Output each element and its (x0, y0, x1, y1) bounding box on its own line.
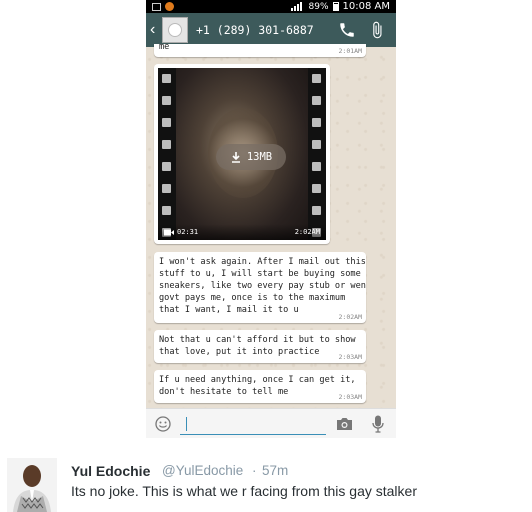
video-message[interactable]: 13MB 02:31 2:02AM (154, 64, 330, 244)
message-bubble[interactable]: me 2:01AM (154, 42, 366, 57)
separator-dot: · (252, 463, 257, 478)
message-bubble[interactable]: If u need anything, once I can get it, d… (154, 370, 366, 403)
message-time: 2:02AM (338, 313, 362, 321)
video-duration: 02:31 (177, 228, 199, 236)
film-strip-right (312, 74, 322, 237)
camera-icon[interactable] (336, 417, 353, 431)
phone-call-icon[interactable] (338, 21, 356, 39)
text-cursor (186, 417, 187, 431)
battery-icon (332, 2, 339, 11)
attach-paperclip-icon[interactable] (368, 21, 386, 39)
film-strip-left (162, 74, 172, 237)
emoji-icon[interactable] (155, 416, 171, 432)
message-text: If u need anything, once I can get it, d… (159, 375, 356, 397)
message-bubble[interactable]: I won't ask again. After I mail out this… (154, 252, 366, 323)
video-size: 13MB (246, 151, 273, 163)
clock: 10:08 AM (342, 1, 390, 12)
avatar[interactable] (7, 458, 57, 512)
message-time: 2:03AM (338, 353, 362, 361)
video-thumbnail[interactable]: 13MB 02:31 2:02AM (158, 68, 326, 240)
video-info-bar: 02:31 2:02AM (158, 224, 326, 240)
message-input[interactable] (180, 413, 326, 435)
message-time: 2:02AM (294, 228, 320, 236)
contact-avatar[interactable] (162, 17, 188, 43)
download-button[interactable]: 13MB (216, 144, 286, 170)
signal-icon (290, 2, 305, 11)
video-camera-icon (164, 229, 174, 235)
download-icon (231, 152, 240, 163)
status-bar: 89% 10:08 AM (146, 0, 396, 13)
battery-percent: 89% (308, 1, 329, 12)
message-text: Not that u can't afford it but to show t… (159, 335, 356, 357)
tweet: Yul Edochie @YulEdochie · 57m Its no jok… (0, 438, 532, 512)
back-chevron-icon[interactable]: ‹ (150, 21, 160, 39)
tweet-text: Its no joke. This is what we r facing fr… (71, 483, 417, 499)
message-composer (146, 408, 396, 438)
chat-header: ‹ +1 (289) 301-6887 (146, 13, 396, 47)
message-time: 2:01AM (338, 47, 362, 55)
message-text: I won't ask again. After I mail out this… (159, 257, 366, 315)
tweet-timestamp[interactable]: 57m (262, 463, 288, 478)
contact-number[interactable]: +1 (289) 301-6887 (196, 23, 314, 37)
microphone-icon[interactable] (372, 415, 384, 433)
tweet-author-name[interactable]: Yul Edochie (71, 463, 150, 479)
app-notification-icon (165, 2, 174, 11)
phone-screenshot: 89% 10:08 AM ‹ +1 (289) 301-6887 me 2:01… (146, 0, 396, 438)
tweet-author-handle[interactable]: @YulEdochie (162, 463, 243, 478)
message-text: me (159, 42, 170, 52)
gallery-notification-icon (152, 2, 161, 11)
message-bubble[interactable]: Not that u can't afford it but to show t… (154, 330, 366, 363)
message-time: 2:03AM (338, 393, 362, 401)
